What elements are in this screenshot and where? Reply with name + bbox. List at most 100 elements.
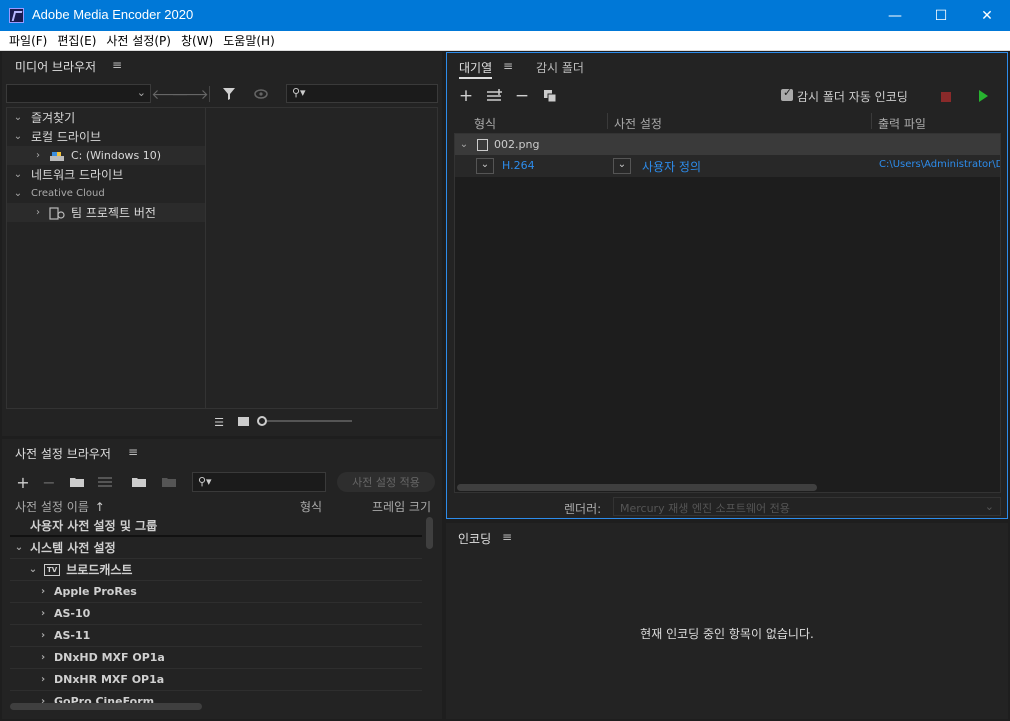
chevron-down-icon: ⌄	[984, 500, 994, 513]
format-link[interactable]: H.264	[502, 159, 535, 172]
column-header-frame-size[interactable]: 프레임 크기	[372, 498, 431, 515]
chevron-down-icon[interactable]: ⌄	[12, 542, 26, 553]
tree-item-team-projects[interactable]: › 팀 프로젝트 버전	[7, 203, 205, 222]
preset-settings-icon[interactable]	[96, 474, 114, 490]
renderer-dropdown[interactable]: Mercury 재생 엔진 소프트웨어 전용 ⌄	[613, 497, 1001, 516]
chevron-down-icon[interactable]: ⌄	[26, 564, 40, 575]
zoom-slider-track[interactable]	[267, 420, 352, 422]
queue-output-row[interactable]: ⌄ H.264 ⌄ 사용자 정의 C:\Users\Administrator\…	[455, 155, 1000, 177]
remove-preset-icon[interactable]: −	[40, 473, 58, 492]
preset-vertical-scrollbar[interactable]	[426, 517, 433, 549]
menu-window[interactable]: 창(W)	[176, 32, 218, 49]
tree-item-favorites[interactable]: ⌄ 즐겨찾기	[7, 108, 205, 127]
folder-tree: ⌄ 즐겨찾기 ⌄ 로컬 드라이브 › C: (Windows 10) ⌄ 네트워크 드…	[7, 108, 206, 408]
preset-link[interactable]: 사용자 정의	[642, 158, 701, 175]
renderer-label: 렌더러:	[564, 502, 602, 516]
tv-icon: TV	[44, 563, 61, 576]
preset-horizontal-scrollbar[interactable]	[10, 703, 202, 710]
preset-row-dnxhr[interactable]: › DNxHR MXF OP1a	[10, 669, 422, 691]
import-preset-icon[interactable]	[130, 474, 148, 490]
column-header-preset[interactable]: 사전 설정	[614, 115, 662, 132]
minimize-button[interactable]: —	[872, 0, 918, 31]
filter-icon[interactable]	[220, 85, 238, 103]
chevron-down-icon[interactable]: ⌄	[11, 112, 25, 123]
preset-row-user-presets[interactable]: 사용자 사전 설정 및 그룹	[10, 515, 422, 537]
list-view-icon[interactable]: ☰	[210, 415, 228, 429]
preset-search-input[interactable]: ⚲▾	[192, 472, 326, 492]
forward-arrow-icon[interactable]: 🡒	[171, 86, 209, 103]
column-header-format[interactable]: 형식	[300, 498, 322, 515]
chevron-right-icon[interactable]: ›	[36, 608, 50, 619]
auto-encode-checkbox[interactable]: ✓	[781, 86, 793, 101]
preset-row-broadcast[interactable]: ⌄ TV 브로드캐스트	[10, 559, 422, 581]
preset-row-system-presets[interactable]: ⌄ 시스템 사전 설정	[10, 537, 422, 559]
preset-row-as11[interactable]: › AS-11	[10, 625, 422, 647]
column-header-output-file[interactable]: 출력 파일	[878, 115, 926, 132]
media-search-input[interactable]: ⚲▾	[286, 84, 438, 103]
tab-encoding[interactable]: 인코딩	[458, 530, 491, 547]
queue-source-row[interactable]: ⌄ 002.png	[455, 134, 1000, 155]
chevron-right-icon[interactable]: ›	[31, 207, 45, 218]
add-preset-icon[interactable]: +	[14, 473, 32, 492]
menu-bar: 파일(F) 편집(E) 사전 설정(P) 창(W) 도움말(H)	[0, 31, 1010, 51]
chevron-down-icon[interactable]: ⌄	[457, 139, 471, 150]
title-bar: Adobe Media Encoder 2020 — ☐ ✕	[0, 0, 1010, 31]
preset-row-dnxhd[interactable]: › DNxHD MXF OP1a	[10, 647, 422, 669]
location-dropdown[interactable]: ⌄	[6, 84, 151, 103]
column-header-format[interactable]: 형식	[474, 115, 496, 132]
new-group-icon[interactable]	[68, 474, 86, 490]
export-preset-icon[interactable]	[160, 474, 178, 490]
maximize-button[interactable]: ☐	[918, 0, 964, 31]
chevron-down-icon[interactable]: ⌄	[11, 188, 25, 199]
chevron-right-icon[interactable]: ›	[36, 586, 50, 597]
divider	[209, 86, 210, 102]
preset-browser-tab[interactable]: 사전 설정 브라우저	[15, 445, 111, 462]
close-button[interactable]: ✕	[964, 0, 1010, 31]
chevron-right-icon[interactable]: ›	[36, 630, 50, 641]
media-browser-menu-icon[interactable]: ≡	[112, 58, 122, 72]
output-file-link[interactable]: C:\Users\Administrator\Doc	[879, 159, 1000, 170]
menu-edit[interactable]: 편집(E)	[52, 32, 101, 49]
preset-browser-menu-icon[interactable]: ≡	[128, 445, 138, 459]
preset-row-as10[interactable]: › AS-10	[10, 603, 422, 625]
chevron-right-icon[interactable]: ›	[36, 674, 50, 685]
encoding-menu-icon[interactable]: ≡	[502, 530, 512, 544]
tab-queue[interactable]: 대기열	[459, 59, 493, 79]
queue-horizontal-scrollbar[interactable]	[457, 484, 817, 491]
queue-menu-icon[interactable]: ≡	[503, 59, 513, 73]
sort-ascending-icon: ↑	[94, 500, 105, 514]
chevron-right-icon[interactable]: ›	[36, 652, 50, 663]
menu-preset[interactable]: 사전 설정(P)	[101, 32, 176, 49]
thumbnail-view-icon[interactable]	[238, 417, 249, 426]
zoom-slider-handle[interactable]	[257, 416, 267, 426]
stop-queue-button[interactable]	[941, 92, 951, 102]
tab-watch-folders[interactable]: 감시 폴더	[536, 59, 584, 76]
drive-icon	[49, 151, 65, 161]
remove-item-icon[interactable]: −	[513, 86, 531, 106]
add-source-icon[interactable]: +	[457, 86, 475, 106]
preset-list: 사용자 사전 설정 및 그룹 ⌄ 시스템 사전 설정 ⌄ TV 브로드캐스트 ›…	[10, 515, 422, 707]
tree-item-local-drives[interactable]: ⌄ 로컬 드라이브	[7, 127, 205, 146]
media-browser-panel: 미디어 브라우저 ≡ ⌄ 🡐 🡒 ⚲▾ ⌄ 즐겨찾기 ⌄ 로컬 드라이브 › C…	[2, 52, 442, 436]
chevron-down-icon[interactable]: ⌄	[11, 169, 25, 180]
media-browser-tab[interactable]: 미디어 브라우저	[15, 58, 96, 75]
chevron-down-icon[interactable]: ⌄	[11, 131, 25, 142]
preset-dropdown-icon[interactable]: ⌄	[613, 158, 631, 174]
menu-help[interactable]: 도움말(H)	[218, 32, 280, 49]
tree-item-network-drives[interactable]: ⌄ 네트워크 드라이브	[7, 165, 205, 184]
tree-item-creative-cloud[interactable]: ⌄ Creative Cloud	[7, 184, 205, 203]
apply-preset-button[interactable]: 사전 설정 적용	[337, 472, 435, 492]
view-icon[interactable]	[252, 85, 270, 103]
menu-file[interactable]: 파일(F)	[4, 32, 52, 49]
format-dropdown-icon[interactable]: ⌄	[476, 158, 494, 174]
start-queue-button[interactable]	[979, 90, 988, 102]
tree-item-c-drive[interactable]: › C: (Windows 10)	[7, 146, 205, 165]
window-title: Adobe Media Encoder 2020	[32, 7, 194, 22]
file-icon	[477, 138, 488, 151]
chevron-right-icon[interactable]: ›	[31, 150, 45, 161]
preset-row-apple-prores[interactable]: › Apple ProRes	[10, 581, 422, 603]
column-header-preset-name[interactable]: 사전 설정 이름 ↑	[15, 498, 105, 515]
search-icon: ⚲▾	[198, 475, 212, 488]
duplicate-icon[interactable]	[541, 88, 559, 104]
add-output-icon[interactable]	[485, 88, 505, 104]
